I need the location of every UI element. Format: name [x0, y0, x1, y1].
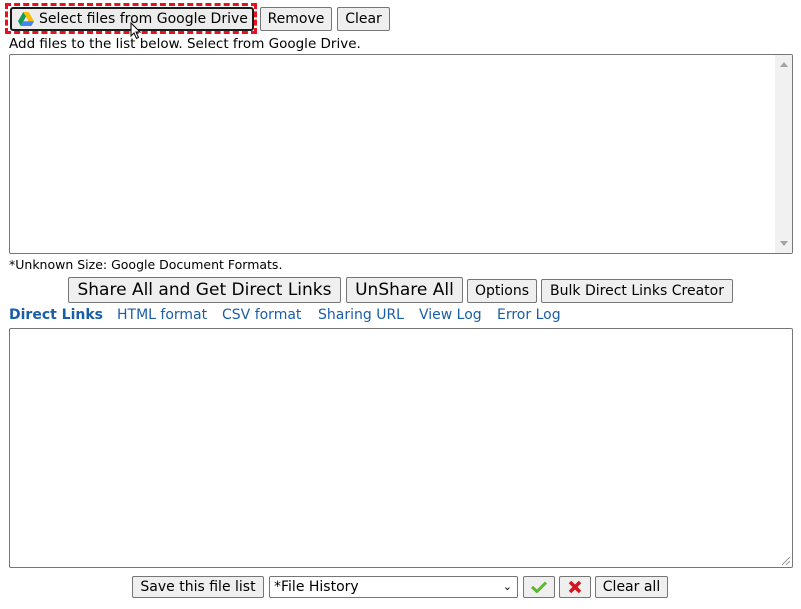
checkmark-icon	[531, 581, 547, 593]
chevron-down-icon: ⌄	[502, 580, 512, 593]
tab-html-format[interactable]: HTML format	[117, 307, 207, 323]
scroll-up-arrow-icon[interactable]	[780, 62, 788, 67]
tab-direct-links[interactable]: Direct Links	[9, 307, 103, 323]
unknown-size-note: *Unknown Size: Google Document Formats.	[9, 257, 283, 272]
x-icon	[568, 580, 582, 594]
scroll-down-arrow-icon[interactable]	[780, 241, 788, 246]
file-list-box[interactable]	[9, 54, 793, 254]
delete-history-button[interactable]	[559, 576, 591, 598]
save-file-list-button[interactable]: Save this file list	[132, 576, 264, 598]
tab-error-log[interactable]: Error Log	[497, 307, 561, 323]
share-all-button[interactable]: Share All and Get Direct Links	[68, 277, 341, 303]
tab-view-log[interactable]: View Log	[419, 307, 482, 323]
bulk-direct-links-creator-button[interactable]: Bulk Direct Links Creator	[541, 279, 733, 303]
file-list-scrollbar[interactable]	[775, 55, 792, 253]
google-drive-icon	[18, 12, 34, 26]
file-history-select[interactable]: *File History ⌄	[269, 576, 518, 598]
clear-all-button[interactable]: Clear all	[595, 576, 668, 598]
remove-button[interactable]: Remove	[260, 7, 332, 31]
tab-sharing-url[interactable]: Sharing URL	[318, 307, 404, 323]
confirm-history-button[interactable]	[523, 576, 555, 598]
instructions-text: Add files to the list below. Select from…	[9, 36, 361, 52]
direct-links-output[interactable]	[9, 328, 793, 568]
unshare-all-button[interactable]: UnShare All	[346, 277, 463, 303]
select-from-google-drive-label: Select files from Google Drive	[39, 11, 248, 27]
file-history-selected: *File History	[274, 579, 359, 595]
tab-csv-format[interactable]: CSV format	[222, 307, 301, 323]
options-button[interactable]: Options	[467, 279, 537, 303]
clear-button[interactable]: Clear	[337, 7, 390, 31]
resize-handle-icon[interactable]	[782, 557, 790, 565]
